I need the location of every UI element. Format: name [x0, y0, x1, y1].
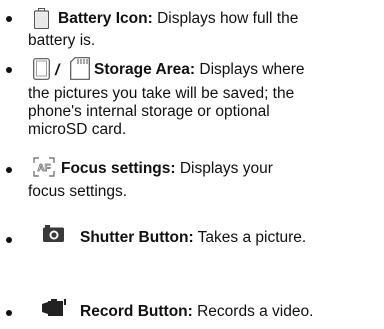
bullet	[6, 237, 12, 243]
item-title: Battery Icon:	[58, 10, 153, 27]
svg-text:AF: AF	[37, 163, 50, 174]
item-title: Focus settings:	[61, 160, 176, 177]
item-text-cont: the pictures you take will be saved; the	[28, 85, 295, 102]
item-text-cont: microSD card.	[28, 121, 127, 138]
phone-storage-icon	[33, 58, 50, 85]
item-title: Storage Area:	[94, 61, 196, 78]
bullet	[6, 167, 12, 173]
battery-icon	[33, 8, 50, 34]
bullet	[6, 310, 12, 316]
bullet	[6, 67, 12, 73]
item-title: Record Button:	[80, 303, 193, 320]
separator: /	[55, 62, 60, 79]
focus-af-icon: AF	[33, 157, 55, 182]
video-record-icon	[42, 299, 66, 322]
camera-shutter-icon	[43, 225, 64, 247]
bullet	[6, 16, 12, 22]
item-text: Displays your	[179, 160, 273, 177]
item-text-cont: phone's internal storage or optional	[28, 103, 270, 120]
item-text-cont: focus settings.	[28, 183, 128, 200]
item-text-cont: battery is.	[28, 32, 96, 49]
item-text: Displays how full the	[157, 10, 299, 27]
item-text: Takes a picture.	[197, 229, 307, 246]
item-text: Displays where	[199, 61, 305, 78]
item-title: Shutter Button:	[80, 229, 194, 246]
sd-card-icon	[70, 57, 90, 85]
item-text: Records a video.	[197, 303, 314, 320]
